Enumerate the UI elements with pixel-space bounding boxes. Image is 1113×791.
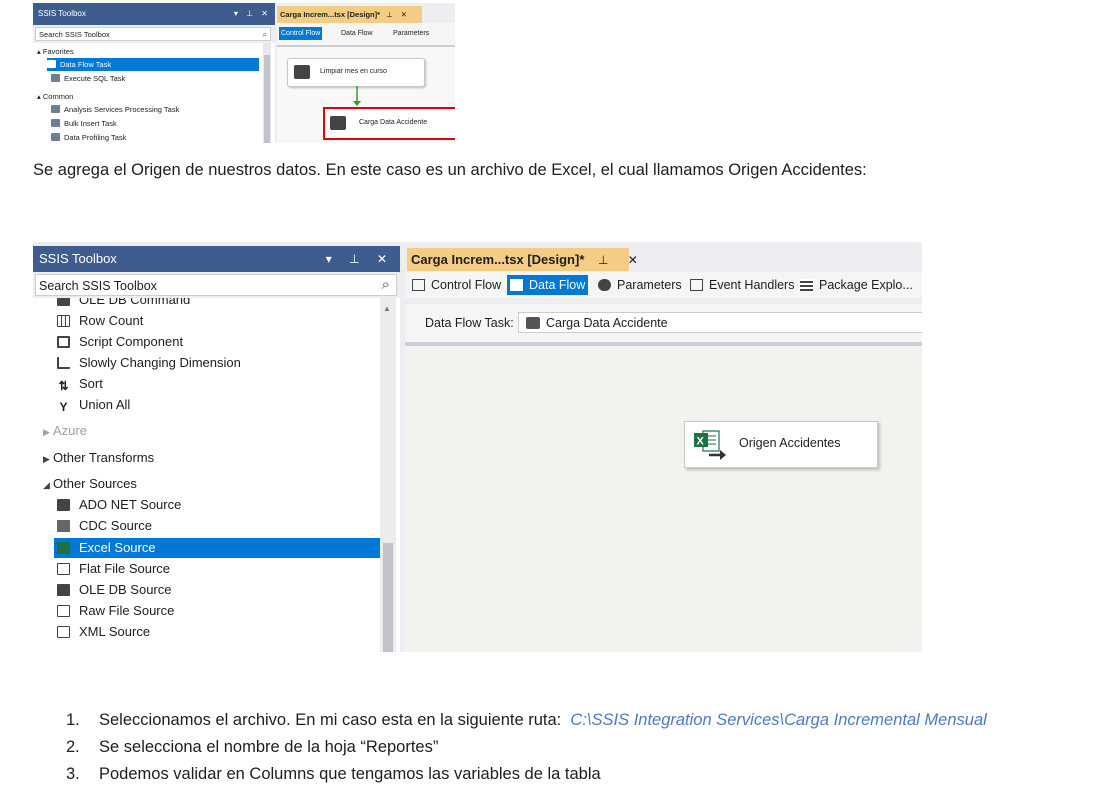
screenshot-toolbox-data-flow: SSIS Toolbox ▾ ⊥ ✕ Search SSIS Toolbox ⌕…	[33, 242, 922, 652]
toolbox-item-bulk-insert[interactable]: Bulk Insert Task	[51, 117, 117, 130]
toolbox-item-analysis-services[interactable]: Analysis Services Processing Task	[51, 103, 179, 116]
expand-icon: ▶	[43, 454, 50, 464]
scrollbar-thumb[interactable]	[383, 543, 393, 652]
scrollbar-thumb[interactable]	[264, 55, 270, 143]
excel-source-icon	[57, 542, 70, 554]
row-count-icon	[57, 315, 70, 327]
toolbox-item-union-all[interactable]: Y Union All	[57, 395, 130, 415]
control-flow-icon	[412, 279, 425, 291]
analysis-services-icon	[51, 105, 60, 113]
parameters-icon	[598, 279, 611, 291]
toolbox-item-data-flow-task[interactable]: Data Flow Task	[47, 58, 259, 71]
toolbox-title: SSIS Toolbox	[38, 9, 86, 18]
execute-sql-icon	[51, 74, 60, 82]
cdc-source-icon	[57, 520, 70, 532]
search-icon[interactable]: ⌕	[263, 28, 267, 42]
paragraph-text: Se agrega el Origen de nuestros datos. E…	[33, 161, 867, 179]
data-flow-task-icon	[47, 60, 56, 68]
toolbox-item-script-component[interactable]: Script Component	[57, 332, 183, 352]
tab-parameters[interactable]: Parameters	[391, 27, 431, 40]
sort-icon: ⇅	[58, 379, 69, 393]
control-flow-canvas[interactable]: Limpiar mes en curso Carga Data Accident…	[277, 47, 455, 143]
expand-icon: ▶	[43, 427, 50, 437]
toolbox-search-input[interactable]: Search SSIS Toolbox ⌕	[35, 274, 397, 296]
search-icon[interactable]: ⌕	[382, 274, 390, 296]
toolbox-window-controls[interactable]: ▾ ⊥ ✕	[326, 246, 394, 272]
raw-file-source-icon	[57, 605, 70, 617]
slowly-changing-dimension-icon	[57, 357, 70, 369]
toolbox-window-controls[interactable]: ▾ ⊥ ✕	[234, 3, 271, 25]
ado-net-source-icon	[57, 499, 70, 511]
toolbox-item-sort[interactable]: ⇅ Sort	[57, 374, 102, 394]
scroll-up-icon[interactable]: ▲	[383, 304, 391, 313]
toolbox-item-data-profiling[interactable]: Data Profiling Task	[51, 131, 126, 143]
group-common[interactable]: ▴ Common	[37, 90, 73, 103]
union-all-icon: Y	[59, 400, 68, 414]
data-flow-task-label: Data Flow Task:	[425, 316, 514, 330]
data-flow-task-selector: Data Flow Task: Carga Data Accidente	[405, 304, 922, 346]
toolbox-item-execute-sql-task[interactable]: Execute SQL Task	[51, 72, 125, 85]
toolbox-item-flat-file-source[interactable]: Flat File Source	[57, 559, 170, 579]
group-other-transforms[interactable]: ▶ Other Transforms	[43, 448, 154, 468]
toolbox-item-excel-source[interactable]: Excel Source	[54, 538, 381, 558]
toolbox-title-bar: SSIS Toolbox ▾ ⊥ ✕	[33, 246, 400, 272]
toolbox-item-raw-file-source[interactable]: Raw File Source	[57, 601, 174, 621]
data-profiling-icon	[51, 133, 60, 141]
tab-data-flow[interactable]: Data Flow	[507, 275, 589, 295]
tab-package-explorer[interactable]: Package Explo...	[797, 275, 916, 295]
screenshot-toolbox-control-flow: SSIS Toolbox ▾ ⊥ ✕ Search SSIS Toolbox ⌕…	[33, 3, 455, 143]
data-flow-task-combobox[interactable]: Carga Data Accidente	[518, 312, 922, 333]
toolbox-item-cdc-source[interactable]: CDC Source	[57, 516, 152, 536]
file-path: C:\SSIS Integration Services\Carga Incre…	[570, 711, 987, 729]
group-favorites[interactable]: ▴ Favorites	[37, 45, 74, 58]
xml-source-icon	[57, 626, 70, 638]
package-explorer-icon	[800, 279, 813, 291]
svg-text:X: X	[697, 436, 705, 448]
tab-data-flow[interactable]: Data Flow	[339, 27, 375, 40]
toolbox-item-ole-db-source[interactable]: OLE DB Source	[57, 580, 172, 600]
toolbox-list: ▴ Favorites Data Flow Task Execute SQL T…	[33, 43, 275, 143]
ole-db-command-icon	[57, 298, 70, 306]
toolbox-item-ole-db-command[interactable]: OLE DB Command	[57, 298, 190, 310]
toolbox-title: SSIS Toolbox	[39, 251, 117, 266]
step-3-text: Podemos validar en Columns que tengamos …	[99, 765, 601, 783]
bulk-insert-icon	[51, 119, 60, 127]
flat-file-source-icon	[57, 563, 70, 575]
toolbox-search-input[interactable]: Search SSIS Toolbox ⌕	[35, 27, 271, 41]
toolbox-item-row-count[interactable]: Row Count	[57, 311, 143, 331]
toolbox-scrollbar[interactable]	[263, 43, 271, 143]
designer-toolbar: Control Flow Data Flow Parameters Event …	[405, 272, 922, 298]
tab-control-flow[interactable]: Control Flow	[279, 27, 323, 40]
data-flow-icon	[510, 279, 523, 291]
designer-toolbar: Control Flow Data Flow Parameters	[277, 23, 455, 47]
toolbox-item-xml-source[interactable]: XML Source	[57, 622, 150, 642]
toolbox-scrollbar[interactable]: ▲	[380, 298, 396, 652]
step-2-text: Se selecciona el nombre de la hoja “Repo…	[99, 738, 439, 756]
tab-parameters[interactable]: Parameters	[595, 275, 685, 295]
toolbox-list: OLE DB Command Row Count Script Componen…	[33, 298, 400, 652]
data-flow-canvas[interactable]: X Origen Accidentes	[405, 346, 922, 652]
data-flow-task-icon	[526, 317, 540, 329]
toolbox-item-ado-net-source[interactable]: ADO NET Source	[57, 495, 181, 515]
data-flow-task-icon	[330, 116, 346, 130]
script-component-icon	[57, 336, 70, 348]
event-handlers-icon	[690, 279, 703, 291]
group-other-sources[interactable]: ◢ Other Sources	[43, 474, 137, 494]
excel-source-icon: X	[694, 430, 726, 460]
task-carga-data-accidente[interactable]: Carga Data Accidente	[323, 107, 455, 140]
tab-controls[interactable]: ⊥ ✕	[598, 253, 646, 267]
collapse-icon: ◢	[43, 480, 50, 490]
step-1-text: Seleccionamos el archivo. En mi caso est…	[99, 711, 562, 729]
ole-db-source-icon	[57, 584, 70, 596]
tab-controls[interactable]: ⊥ ✕	[386, 10, 410, 19]
toolbox-title-bar: SSIS Toolbox ▾ ⊥ ✕	[33, 3, 275, 25]
designer-document-tab[interactable]: Carga Increm...tsx [Design]* ⊥ ✕	[407, 248, 638, 271]
designer-document-tab[interactable]: Carga Increm...tsx [Design]* ⊥ ✕	[277, 6, 422, 23]
group-azure[interactable]: ▶ Azure	[43, 421, 87, 441]
toolbox-item-slowly-changing-dimension[interactable]: Slowly Changing Dimension	[57, 353, 241, 373]
tab-control-flow[interactable]: Control Flow	[409, 275, 504, 295]
tab-event-handlers[interactable]: Event Handlers	[687, 275, 797, 295]
component-origen-accidentes[interactable]: X Origen Accidentes	[684, 421, 878, 468]
